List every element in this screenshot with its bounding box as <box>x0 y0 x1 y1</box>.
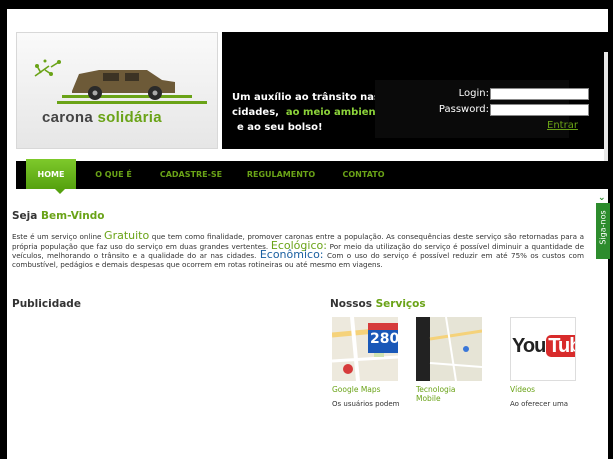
service-videos-desc: Ao oferecer uma <box>510 400 569 408</box>
welcome-title: Seja Bem-Vindo <box>12 210 105 222</box>
service-mobile[interactable]: Tecnologia Mobile <box>416 385 476 403</box>
service-videos[interactable]: Vídeos <box>510 385 535 394</box>
highway-shield: 280 <box>368 323 398 353</box>
car-logo-icon <box>34 59 207 104</box>
siga-nos-label: Siga-nos <box>598 210 608 245</box>
login-label: Login: <box>458 88 489 99</box>
slogan: Um auxílio ao trânsito nas cidades, ao m… <box>232 90 392 135</box>
login-row: Login: <box>375 87 589 101</box>
nav-o-que-e[interactable]: O QUE É <box>86 161 141 189</box>
service-google-maps[interactable]: Google Maps <box>332 385 381 394</box>
nav-home[interactable]: HOME <box>26 159 76 189</box>
slogan-line-1: Um auxílio ao trânsito nas <box>232 92 380 103</box>
keyword-gratuito: Gratuito <box>104 229 150 242</box>
nav-active-arrow <box>55 189 65 194</box>
login-input[interactable] <box>490 88 589 100</box>
ads-title: Publicidade <box>12 298 81 310</box>
google-maps-image[interactable]: 280 <box>332 317 398 381</box>
header-banner: Um auxílio ao trânsito nas cidades, ao m… <box>222 32 608 149</box>
nav-contato[interactable]: CONTATO <box>336 161 391 189</box>
main-nav: HOME O QUE É CADASTRE-SE REGULAMENTO CON… <box>16 159 608 194</box>
slogan-line-3: e ao seu bolso! <box>237 122 323 133</box>
mobile-image[interactable] <box>416 317 482 381</box>
logo-word-carona: carona <box>42 109 93 126</box>
entrar-link[interactable]: Entrar <box>547 120 578 131</box>
chevron-down-icon: ⌄ <box>598 193 606 203</box>
welcome-text: Este é um serviço online Gratuito que te… <box>12 229 584 269</box>
logo-text: carona solidária <box>42 109 162 126</box>
highway-shield-number: 280 <box>370 331 398 347</box>
login-panel: Login: Password: Entrar <box>375 80 589 138</box>
password-row: Password: <box>375 103 589 117</box>
nav-regulamento[interactable]: REGULAMENTO <box>236 161 326 189</box>
logo-word-solidaria: solidária <box>97 109 162 126</box>
password-input[interactable] <box>490 104 589 116</box>
siga-nos-tab[interactable]: Siga-nos <box>596 203 610 259</box>
password-label: Password: <box>438 104 489 115</box>
header: carona solidária Um auxílio ao trânsito … <box>7 29 608 169</box>
logo[interactable]: carona solidária <box>16 32 218 149</box>
nav-cadastre-se[interactable]: CADASTRE-SE <box>151 161 231 189</box>
phone-map-icon <box>416 317 482 381</box>
header-right-strip <box>604 52 608 169</box>
youtube-image[interactable]: YouTube <box>510 317 576 381</box>
slogan-line-2: cidades, ao meio ambiente <box>232 107 388 118</box>
services-title: Nossos Serviços <box>330 298 426 310</box>
service-google-maps-desc: Os usuários podem <box>332 400 400 408</box>
page: carona solidária Um auxílio ao trânsito … <box>7 9 608 459</box>
youtube-logo: YouTube <box>512 335 575 358</box>
